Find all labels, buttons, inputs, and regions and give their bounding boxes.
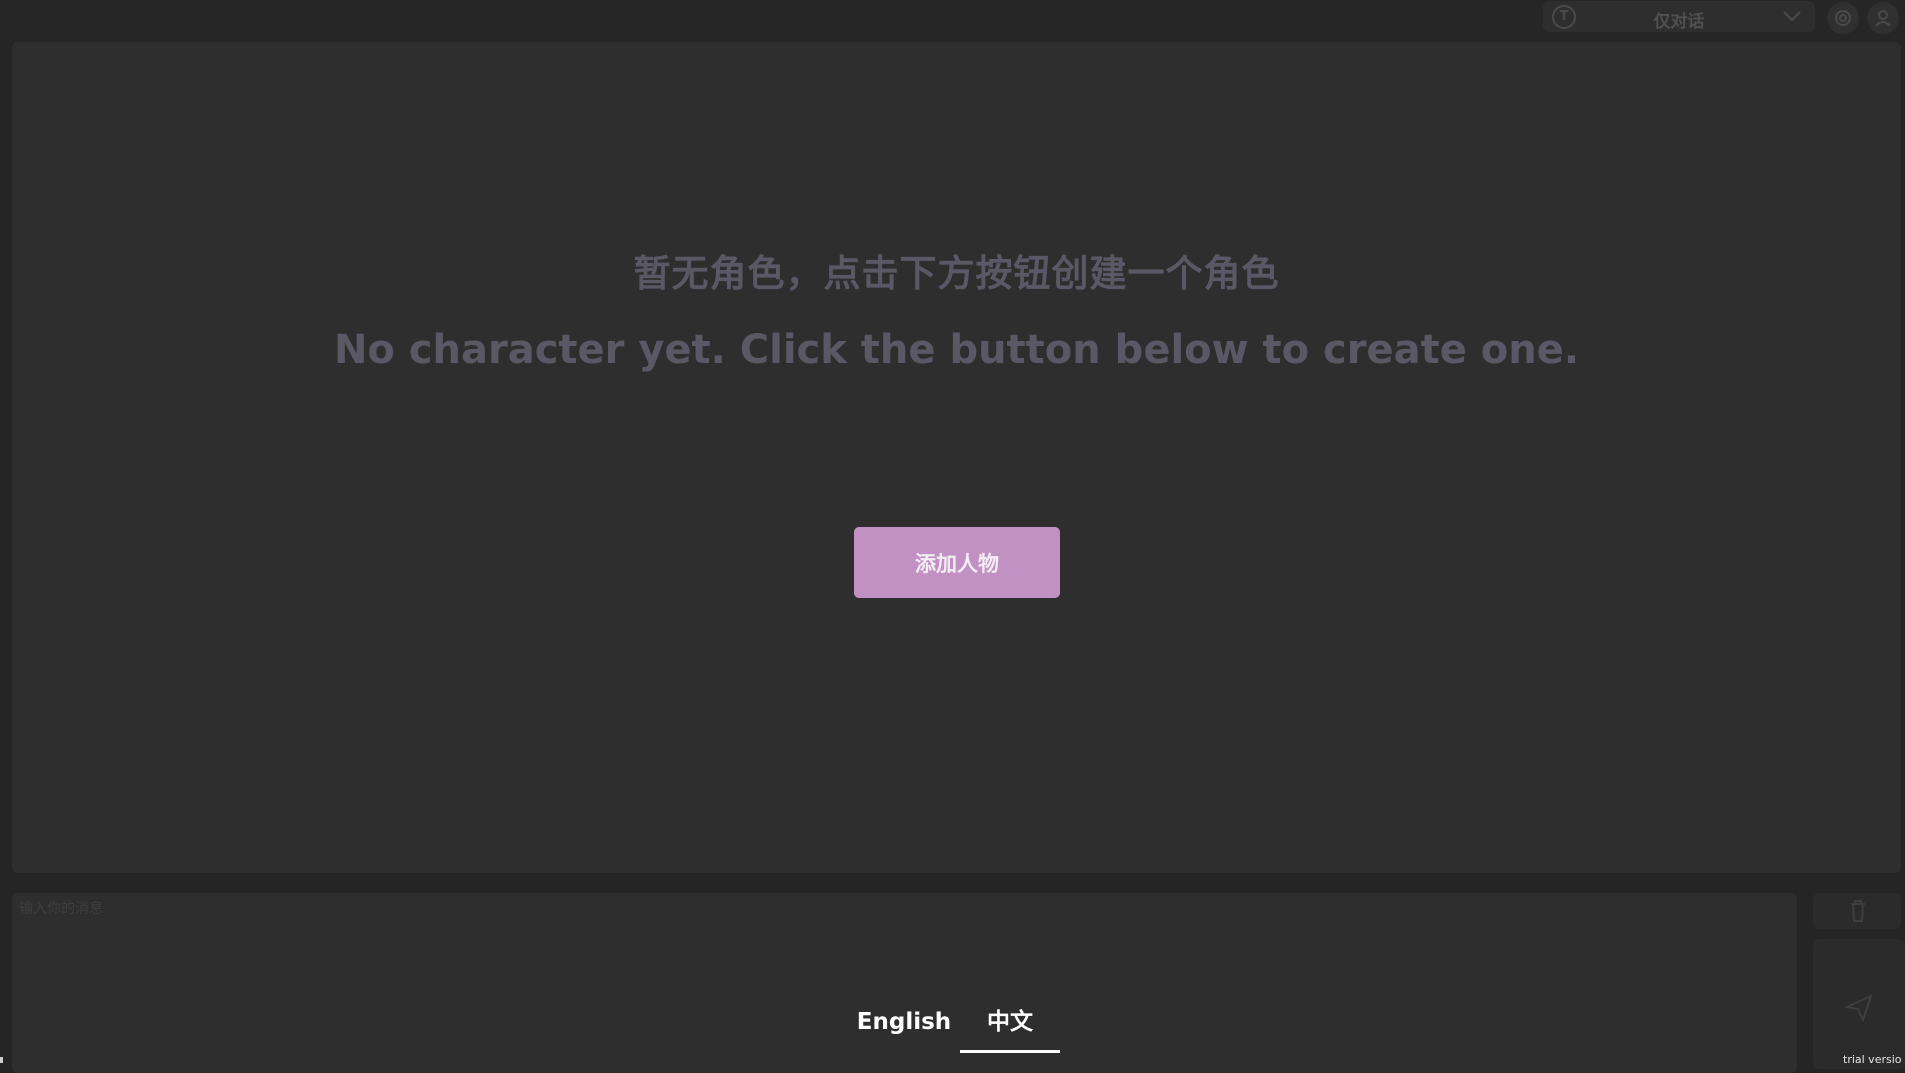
mode-select[interactable]: T 仅对话 bbox=[1543, 1, 1815, 32]
character-panel bbox=[12, 42, 1901, 873]
settings-button[interactable] bbox=[1827, 2, 1859, 34]
user-icon bbox=[1875, 10, 1891, 27]
corner-mark bbox=[0, 1057, 3, 1063]
user-button[interactable] bbox=[1867, 2, 1899, 34]
chevron-down-icon bbox=[1783, 11, 1801, 22]
trash-icon bbox=[1851, 900, 1865, 922]
send-icon bbox=[1845, 994, 1873, 1022]
send-button[interactable] bbox=[1813, 939, 1905, 1069]
top-bar: T 仅对话 bbox=[0, 0, 1905, 40]
add-character-button[interactable]: 添加人物 bbox=[854, 527, 1060, 598]
empty-message-zh: 暂无角色，点击下方按钮创建一个角色 bbox=[633, 252, 1280, 295]
tab-chinese[interactable]: 中文 bbox=[960, 1002, 1060, 1053]
empty-message-en: No character yet. Click the button below… bbox=[333, 327, 1580, 373]
clear-button[interactable] bbox=[1813, 893, 1901, 929]
tab-english[interactable]: English bbox=[848, 1002, 960, 1050]
settings-icon bbox=[1835, 10, 1851, 26]
message-input-placeholder: 输入你的消息 bbox=[19, 901, 103, 917]
trial-version-label: trial versio bbox=[1843, 1053, 1902, 1066]
mode-select-value: 仅对话 bbox=[1653, 12, 1705, 32]
